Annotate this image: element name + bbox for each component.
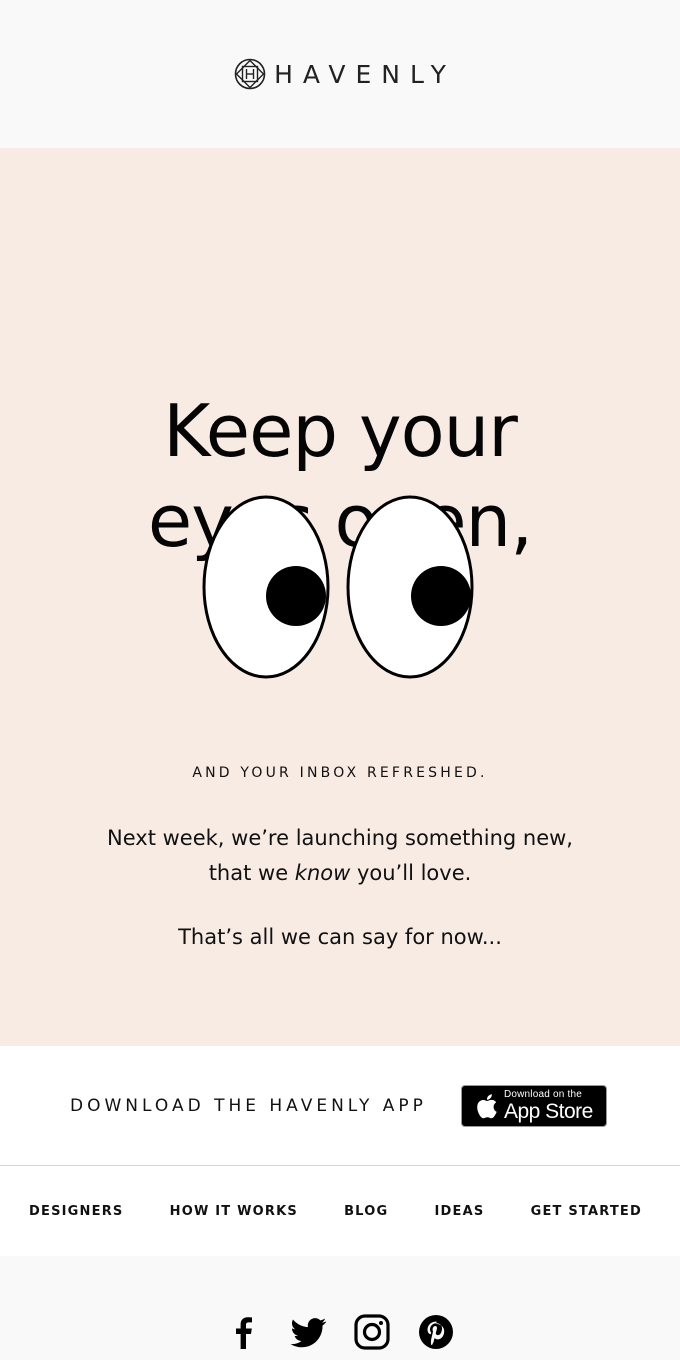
footer-nav: DESIGNERS HOW IT WORKS BLOG IDEAS GET ST… [0,1166,680,1256]
havenly-logo-link[interactable]: HAVENLY [234,58,446,90]
hero-body: Next week, we’re launching something new… [0,821,680,891]
pinterest-link[interactable] [417,1313,455,1351]
apple-icon [477,1093,497,1118]
email-header: HAVENLY [0,0,680,148]
pinterest-icon [419,1315,453,1349]
headline-line-1: Keep your [163,389,518,473]
right-pupil [411,566,471,626]
havenly-monogram-icon [234,58,266,90]
app-promo-section: DOWNLOAD THE HAVENLY APP Download on the… [0,1046,680,1166]
body-line-2: that we know you’ll love. [0,856,680,891]
twitter-link[interactable] [289,1313,327,1351]
social-footer [0,1256,680,1359]
body-text-segment: you’ll love. [350,861,472,885]
hero-closing: That’s all we can say for now... [178,925,502,949]
app-store-small-text: Download on the [503,1088,582,1100]
app-store-button[interactable]: Download on the App Store [460,1084,607,1127]
instagram-link[interactable] [353,1313,391,1351]
app-promo-label: DOWNLOAD THE HAVENLY APP [70,1095,427,1116]
right-eye [346,495,474,679]
nav-designers[interactable]: DESIGNERS [29,1204,123,1219]
hero-section: Keep your eyes open, AND YOUR INBOX REFR… [0,148,680,1046]
body-line-1: Next week, we’re launching something new… [107,826,573,850]
nav-how-it-works[interactable]: HOW IT WORKS [170,1204,298,1219]
app-store-text: Download on the App Store [503,1088,593,1123]
app-store-big-text: App Store [503,1099,593,1123]
brand-name: HAVENLY [274,59,456,89]
googly-eyes-illustration [202,495,474,679]
nav-get-started[interactable]: GET STARTED [531,1204,642,1219]
twitter-icon [290,1318,327,1348]
nav-ideas[interactable]: IDEAS [434,1204,484,1219]
instagram-icon [354,1314,390,1350]
facebook-link[interactable] [225,1313,263,1351]
nav-blog[interactable]: BLOG [344,1204,388,1219]
facebook-icon [236,1317,252,1349]
left-pupil [266,566,326,626]
body-emphasis: know [294,861,351,885]
left-eye [202,495,330,679]
hero-tagline: AND YOUR INBOX REFRESHED. [192,765,488,781]
body-text-segment: that we [208,861,295,885]
